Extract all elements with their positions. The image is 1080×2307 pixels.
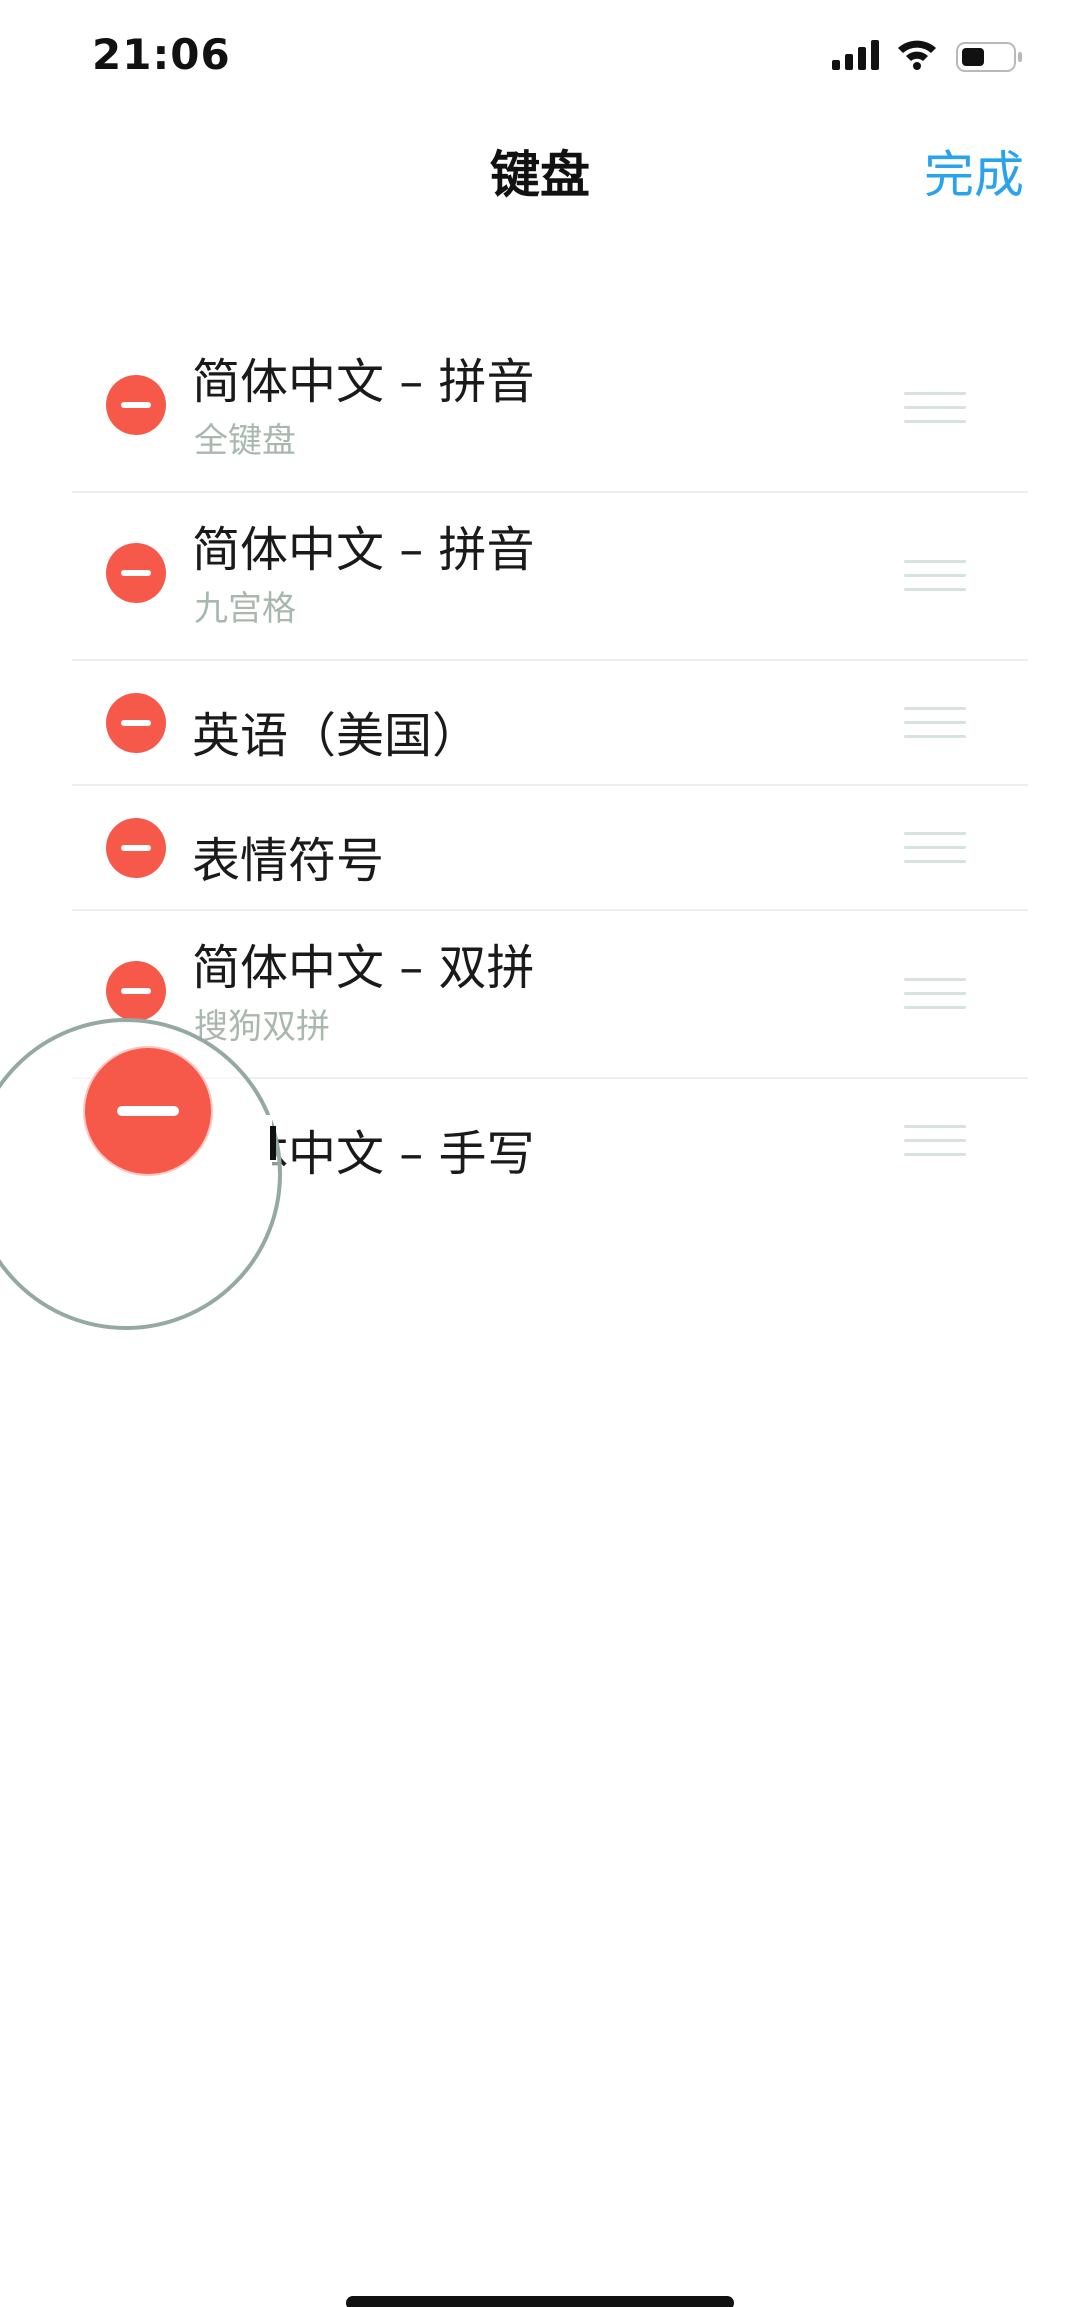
list-item: 英语（美国） [72, 661, 1028, 786]
keyboard-subtitle: 九宫格 [194, 589, 296, 629]
delete-icon[interactable] [85, 1048, 211, 1174]
reorder-handle-icon[interactable] [904, 1125, 966, 1159]
status-time: 21:06 [92, 30, 231, 79]
delete-icon[interactable] [106, 375, 166, 435]
battery-icon [956, 42, 1022, 72]
reorder-handle-icon[interactable] [904, 978, 966, 1012]
reorder-handle-icon[interactable] [904, 392, 966, 426]
keyboard-title: 简体中文 – 拼音 [192, 354, 535, 410]
keyboard-title: 表情符号 [192, 833, 385, 889]
keyboard-subtitle: 全键盘 [194, 421, 296, 461]
delete-icon[interactable] [106, 818, 166, 878]
reorder-handle-icon[interactable] [904, 832, 966, 866]
page-title: 键盘 [490, 146, 590, 204]
reorder-handle-icon[interactable] [904, 707, 966, 741]
text-cursor [270, 1126, 276, 1160]
screen: 21:06 键盘 完成 简体中文 – 拼音 全键盘 简体中文 – 拼音 九宫格 … [0, 0, 1080, 2307]
signal-icon [832, 40, 879, 70]
list-item: 简体中文 – 拼音 全键盘 [72, 325, 1028, 493]
list-item: 简体中文 – 拼音 九宫格 [72, 493, 1028, 661]
keyboard-subtitle: 搜狗双拼 [194, 1007, 330, 1047]
delete-icon[interactable] [106, 693, 166, 753]
status-bar: 21:06 [0, 0, 1080, 120]
keyboard-title: 英语（美国） [192, 708, 481, 764]
delete-icon[interactable] [106, 961, 166, 1021]
keyboard-title: 简体中文 – 拼音 [192, 522, 535, 578]
list-item: 表情符号 [72, 786, 1028, 911]
keyboard-title: 简体中文 – 双拼 [192, 940, 535, 996]
reorder-handle-icon[interactable] [904, 560, 966, 594]
delete-icon[interactable] [106, 543, 166, 603]
wifi-icon [898, 40, 936, 70]
home-indicator[interactable] [346, 2296, 734, 2307]
done-button[interactable]: 完成 [924, 135, 1024, 207]
